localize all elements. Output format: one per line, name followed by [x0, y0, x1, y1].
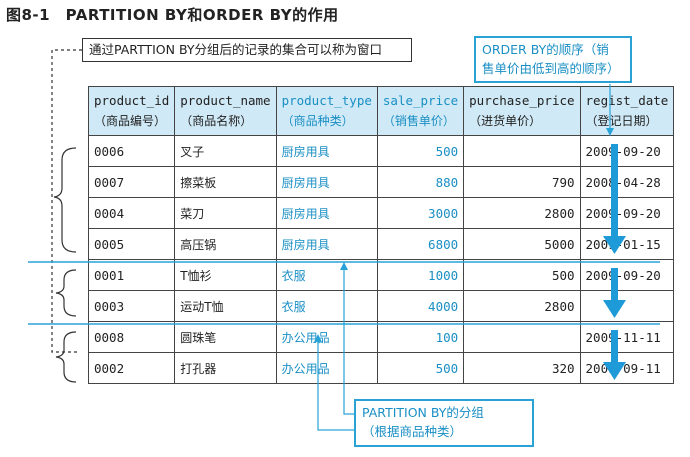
brace-kitchen: [53, 147, 77, 253]
brace-office: [55, 331, 77, 383]
order-arrow-clothes: [603, 268, 626, 318]
window-dashed-connector: [51, 49, 82, 353]
order-note-connector-head: [606, 128, 614, 136]
order-arrow-kitchen: [603, 144, 626, 254]
partition-by-note-line-1: PARTITION BY的分组: [362, 405, 484, 420]
partition-connector-head-1: [314, 334, 322, 342]
brace-clothes: [55, 269, 77, 317]
partition-connector-head-2: [340, 262, 348, 270]
partition-by-note: PARTITION BY的分组 （根据商品种类）: [354, 399, 534, 447]
annotation-overlay: [28, 49, 660, 431]
partition-by-note-line-2: （根据商品种类）: [362, 424, 463, 439]
order-arrow-office: [603, 330, 626, 380]
partition-note-connector: [317, 268, 354, 431]
